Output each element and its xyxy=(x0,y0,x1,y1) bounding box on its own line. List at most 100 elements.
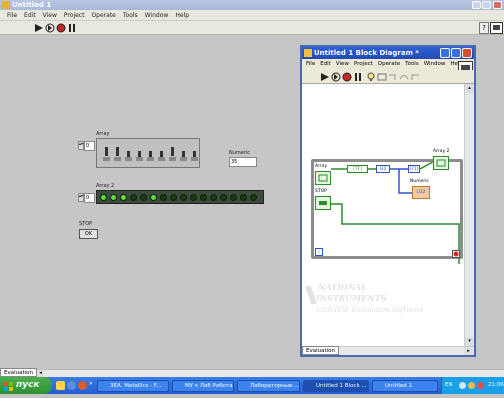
array-terminal[interactable] xyxy=(315,171,331,185)
array2-led xyxy=(130,194,137,201)
close-button[interactable] xyxy=(493,1,502,9)
bd-run-continuously-icon[interactable] xyxy=(331,72,341,82)
run-continuously-icon[interactable] xyxy=(45,23,55,33)
array-index[interactable]: 0 xyxy=(84,141,95,151)
bd-toolbar xyxy=(302,70,474,84)
minimize-button[interactable] xyxy=(472,1,481,9)
numeric-terminal[interactable]: U32 xyxy=(412,186,430,199)
bd-menu-view[interactable]: View xyxy=(336,59,349,70)
pause-icon[interactable] xyxy=(67,23,77,33)
bd-vscroll-down-icon[interactable]: ▾ xyxy=(465,337,474,346)
array2-led xyxy=(110,194,117,201)
quicklaunch-icon-1[interactable] xyxy=(56,381,65,390)
start-button[interactable]: пуск xyxy=(0,377,52,394)
array2-led xyxy=(140,194,147,201)
bd-pause-icon[interactable] xyxy=(353,72,363,82)
vi-icon[interactable] xyxy=(490,22,503,34)
array2-led xyxy=(240,194,247,201)
highlight-execution-icon[interactable] xyxy=(366,72,376,82)
step-into-icon[interactable] xyxy=(388,72,398,82)
main-menu-bar: File Edit View Project Operate Tools Win… xyxy=(0,10,504,21)
to-i32-node[interactable]: I32 xyxy=(376,165,390,173)
bd-menu-tools[interactable]: Tools xyxy=(405,59,419,70)
language-indicator[interactable]: EN xyxy=(445,377,453,394)
bd-status-tab: Evaluation xyxy=(302,346,340,355)
array-toggle-switch[interactable] xyxy=(114,147,121,161)
task-button-untitled[interactable]: Untitled 1 xyxy=(372,380,438,392)
numeric-indicator: 35 xyxy=(229,157,257,167)
bd-vscroll-up-icon[interactable]: ▴ xyxy=(465,84,474,93)
main-hscroll-left-icon[interactable]: ◂ xyxy=(37,370,44,377)
quicklaunch-icon-3[interactable] xyxy=(78,381,87,390)
array-toggle-switch[interactable] xyxy=(191,147,198,161)
main-title-bar[interactable]: Untitled 1 xyxy=(0,0,504,10)
while-loop[interactable] xyxy=(311,159,463,259)
array-toggle-switch[interactable] xyxy=(158,147,165,161)
bd-menu-file[interactable]: File xyxy=(306,59,315,70)
menu-window[interactable]: Window xyxy=(145,10,169,20)
quicklaunch-more-icon[interactable]: » xyxy=(89,380,94,389)
bd-menu-project[interactable]: Project xyxy=(354,59,373,70)
stop-button[interactable]: OK xyxy=(79,229,98,239)
quicklaunch-icon-2[interactable] xyxy=(67,381,76,390)
help-icon[interactable]: ? xyxy=(479,22,489,34)
array2-label: Array 2 xyxy=(96,183,115,189)
task-button-labs[interactable]: Лабораторные ... xyxy=(237,380,300,392)
tray-icon-3[interactable] xyxy=(477,382,484,389)
menu-file[interactable]: File xyxy=(7,10,17,20)
array-toggle-switch[interactable] xyxy=(147,147,154,161)
bd-menu-operate[interactable]: Operate xyxy=(378,59,400,70)
bd-menu-window[interactable]: Window xyxy=(424,59,446,70)
menu-project[interactable]: Project xyxy=(64,10,85,20)
bd-hscroll-right-icon[interactable]: ▸ xyxy=(464,347,473,355)
stop-terminal-label: STOP xyxy=(315,189,327,194)
array2-terminal[interactable] xyxy=(433,156,449,170)
main-toolbar: ? xyxy=(0,21,504,35)
bd-abort-icon[interactable] xyxy=(342,72,352,82)
main-horizontal-scrollbar[interactable]: Evaluation ◂ xyxy=(0,368,504,377)
loop-iteration-terminal[interactable]: i xyxy=(315,248,323,256)
maximize-button[interactable] xyxy=(482,1,491,9)
array-toggle-switch[interactable] xyxy=(169,147,176,161)
start-label: пуск xyxy=(16,380,40,390)
tray-icon-2[interactable] xyxy=(468,382,475,389)
system-tray: EN 21:06 xyxy=(441,377,504,394)
menu-operate[interactable]: Operate xyxy=(91,10,115,20)
loop-condition-icon[interactable] xyxy=(452,250,460,258)
task-button-block-diagram[interactable]: Untitled 1 Block ... xyxy=(303,380,369,392)
menu-tools[interactable]: Tools xyxy=(123,10,138,20)
bd-minimize-button[interactable] xyxy=(440,48,450,58)
array-label: Array xyxy=(96,131,110,137)
bd-menu-edit[interactable]: Edit xyxy=(320,59,331,70)
array2-led xyxy=(170,194,177,201)
numeric-label: Numeric xyxy=(229,150,251,156)
abort-icon[interactable] xyxy=(56,23,66,33)
block-diagram-window: Untitled 1 Block Diagram * File Edit Vie… xyxy=(300,45,476,357)
step-out-icon[interactable] xyxy=(410,72,420,82)
menu-view[interactable]: View xyxy=(43,10,57,20)
array-toggle-switch[interactable] xyxy=(180,147,187,161)
bool-conversion-node[interactable]: [TF] xyxy=(347,165,368,173)
step-over-icon[interactable] xyxy=(399,72,409,82)
run-arrow-icon[interactable] xyxy=(34,23,44,33)
menu-help[interactable]: Help xyxy=(175,10,189,20)
bd-run-arrow-icon[interactable] xyxy=(320,72,330,82)
array-toggle-switch[interactable] xyxy=(103,147,110,161)
bool-array-node[interactable]: [?1] xyxy=(408,165,420,173)
bd-close-button[interactable] xyxy=(462,48,472,58)
stop-label: STOP xyxy=(79,221,93,227)
array2-led xyxy=(120,194,127,201)
menu-edit[interactable]: Edit xyxy=(24,10,36,20)
array-toggle-switch[interactable] xyxy=(136,147,143,161)
array2-led xyxy=(100,194,107,201)
array2-index[interactable]: 0 xyxy=(84,193,95,203)
stop-terminal[interactable] xyxy=(315,196,331,210)
task-button-metallics[interactable]: 3ЕА. Metallics - F... xyxy=(97,380,169,392)
bd-maximize-button[interactable] xyxy=(451,48,461,58)
bd-vertical-scrollbar[interactable]: ▴ ▾ xyxy=(464,84,474,346)
tray-icon-1[interactable] xyxy=(459,382,466,389)
task-button-lab-works[interactable]: МУ к Лаб Работам xyxy=(172,380,234,392)
bd-horizontal-scrollbar[interactable]: Evaluation ▸ xyxy=(302,346,474,355)
array-toggle-switch[interactable] xyxy=(125,147,132,161)
retain-wire-values-icon[interactable] xyxy=(377,72,387,82)
